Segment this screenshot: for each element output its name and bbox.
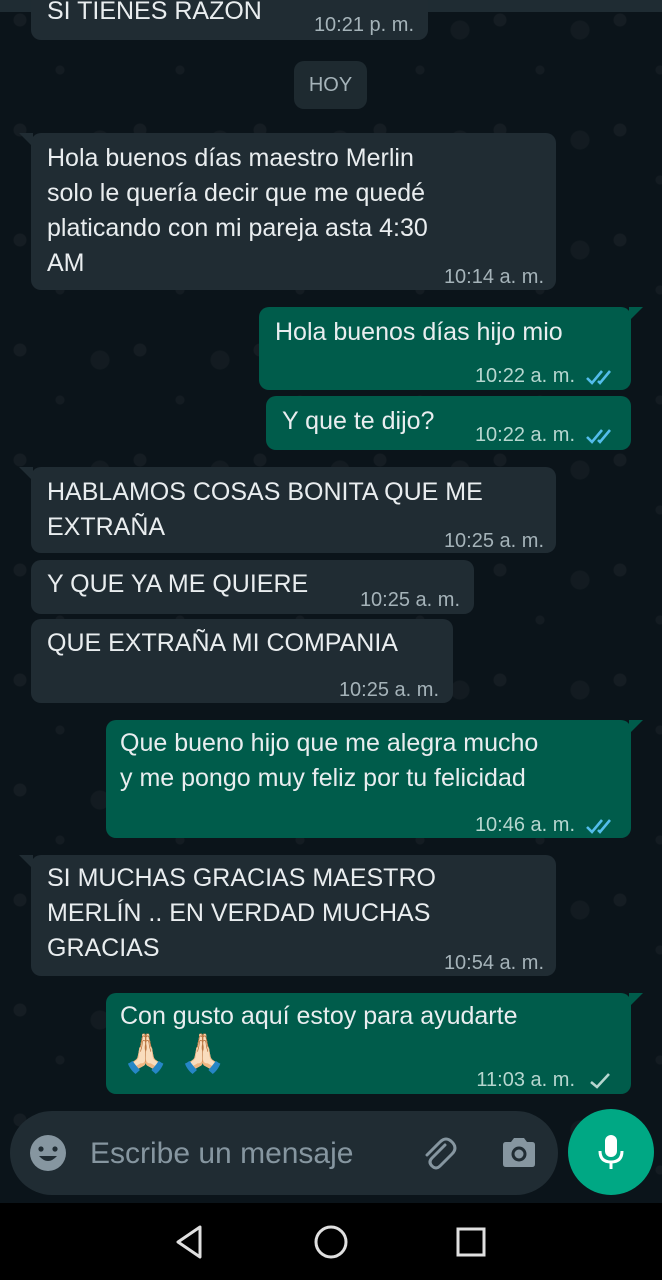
message-bubble-incoming[interactable]: QUE EXTRAÑA MI COMPANIA 10:25 a. m. (31, 619, 453, 703)
double-check-read-icon (586, 369, 611, 385)
message-bubble-incoming[interactable]: HABLAMOS COSAS BONITA QUE ME EXTRAÑA 10:… (19, 467, 556, 553)
message-bubble-outgoing[interactable]: Y que te dijo? 10:22 a. m. (266, 396, 631, 450)
message-bubble-outgoing[interactable]: Que bueno hijo que me alegra mucho y me … (106, 720, 643, 838)
message-text: Hola buenos días maestro Merlin solo le … (47, 144, 428, 277)
message-text: HABLAMOS COSAS BONITA QUE ME EXTRAÑA (47, 478, 483, 541)
recents-nav-icon[interactable] (451, 1222, 491, 1262)
message-text: SI MUCHAS GRACIAS MAESTRO MERLÍN .. EN V… (47, 864, 436, 962)
date-chip: HOY (294, 61, 367, 109)
message-time: 10:25 a. m. (338, 679, 439, 701)
attach-icon[interactable] (418, 1133, 458, 1173)
message-time: 10:22 a. m. (475, 418, 617, 453)
emoji-icon[interactable] (28, 1133, 68, 1173)
message-text: Y que te dijo? (282, 407, 435, 435)
message-bubble-incoming[interactable]: SI TIENES RAZON 10:21 p. m. (31, 0, 428, 40)
message-bubble-incoming[interactable]: Hola buenos días maestro Merlin solo le … (19, 133, 556, 290)
message-time: 10:21 p. m. (313, 14, 414, 36)
double-check-read-icon (586, 818, 611, 834)
back-nav-icon[interactable] (170, 1222, 210, 1262)
message-input[interactable] (88, 1131, 392, 1177)
single-check-sent-icon (590, 1072, 610, 1089)
message-text: QUE EXTRAÑA MI COMPANIA (47, 629, 398, 657)
mic-icon (598, 1135, 624, 1169)
double-check-read-icon (586, 428, 611, 444)
message-time: 10:22 a. m. (475, 359, 617, 394)
message-time: 10:46 a. m. (475, 808, 617, 843)
message-text: SI TIENES RAZON (47, 0, 262, 25)
home-nav-icon[interactable] (311, 1222, 351, 1262)
message-time: 10:14 a. m. (443, 266, 544, 288)
message-bubble-outgoing[interactable]: Con gusto aquí estoy para ayudarte 🙏🏻🙏🏻 … (106, 993, 643, 1094)
message-emoji: 🙏🏻🙏🏻 (122, 1033, 237, 1075)
message-text: Y QUE YA ME QUIERE (47, 570, 309, 598)
message-text: Hola buenos días hijo mio (275, 318, 563, 346)
message-text: Con gusto aquí estoy para ayudarte (120, 1002, 518, 1030)
system-navigation-bar (0, 1203, 662, 1280)
message-time: 10:25 a. m. (443, 530, 544, 552)
message-bubble-incoming[interactable]: SI MUCHAS GRACIAS MAESTRO MERLÍN .. EN V… (19, 855, 556, 976)
message-text: Que bueno hijo que me alegra mucho y me … (120, 729, 539, 792)
voice-message-button[interactable] (568, 1109, 654, 1195)
message-time: 11:03 a. m. (476, 1063, 617, 1098)
message-composer (10, 1111, 558, 1195)
message-bubble-incoming[interactable]: Y QUE YA ME QUIERE 10:25 a. m. (31, 560, 474, 614)
message-time: 10:54 a. m. (443, 952, 544, 974)
camera-icon[interactable] (499, 1133, 539, 1173)
message-bubble-outgoing[interactable]: Hola buenos días hijo mio 10:22 a. m. (259, 307, 643, 390)
message-time: 10:25 a. m. (359, 589, 460, 611)
